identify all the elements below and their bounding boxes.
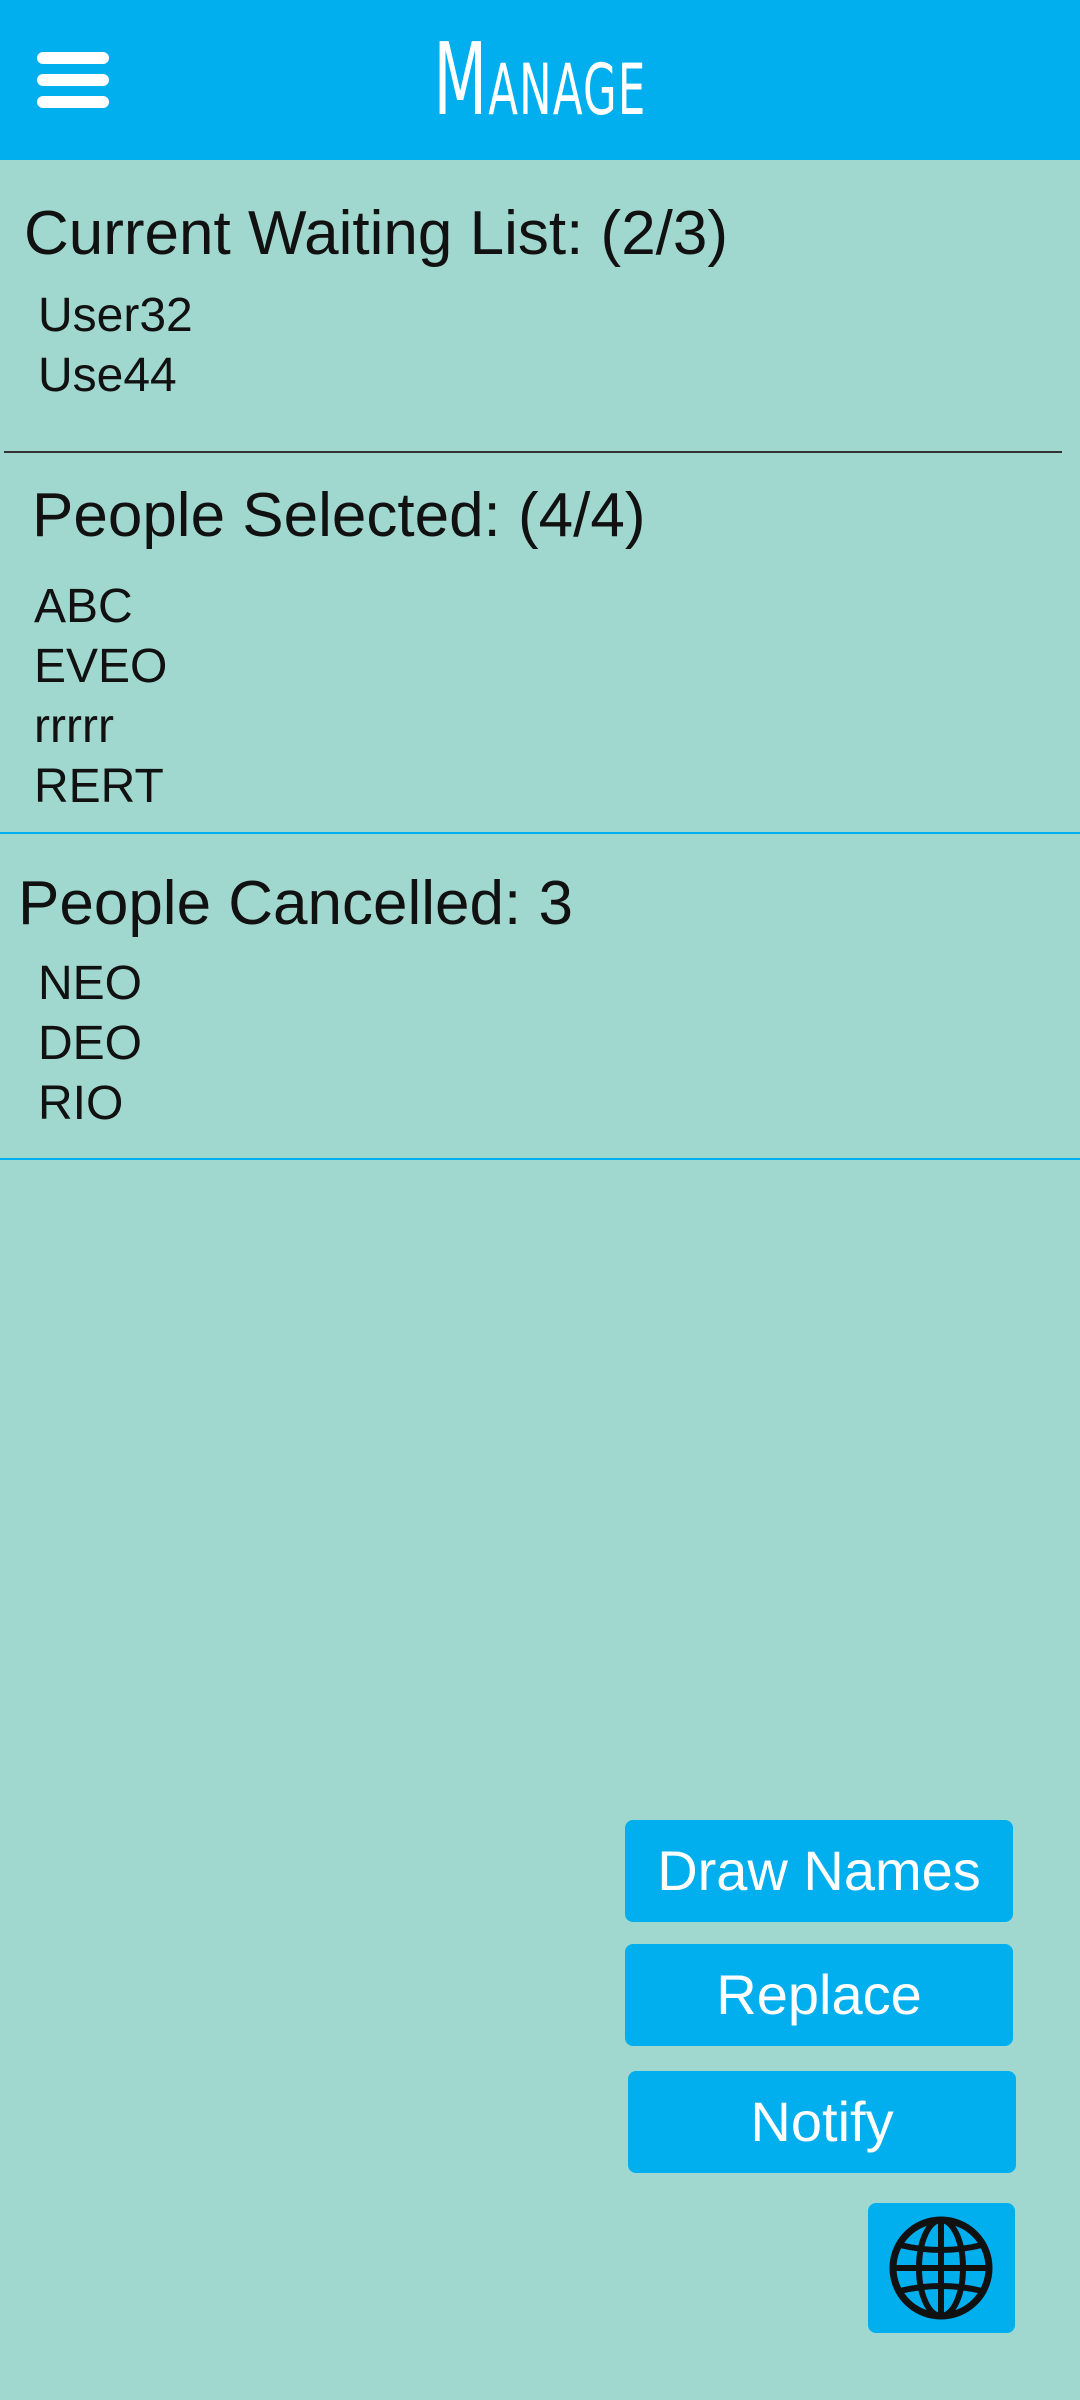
list-item: ABC [34, 580, 133, 633]
notify-button[interactable]: Notify [628, 2071, 1016, 2173]
draw-names-button[interactable]: Draw Names [625, 1820, 1013, 1922]
page-title: Manage [433, 21, 647, 138]
list-item: Use44 [38, 349, 177, 402]
hamburger-menu-icon[interactable] [30, 40, 118, 120]
waiting-list-heading: Current Waiting List: (2/3) [24, 199, 729, 268]
manage-screen: Manage Current Waiting List: (2/3) User3… [0, 0, 1080, 2400]
selected-list: ABC EVEO rrrrr RERT [34, 577, 167, 817]
globe-button[interactable] [868, 2203, 1015, 2333]
app-bar: Manage [0, 0, 1080, 160]
section-divider [0, 1158, 1080, 1160]
list-item: EVEO [34, 640, 168, 693]
list-item: RERT [34, 760, 164, 813]
cancelled-list: NEO DEO RIO [38, 954, 142, 1134]
globe-icon [889, 2216, 993, 2320]
list-item: rrrrr [34, 700, 114, 753]
waiting-list: User32 Use44 [38, 286, 193, 406]
list-item: User32 [38, 289, 193, 342]
list-item: NEO [38, 957, 143, 1010]
section-divider [4, 451, 1062, 453]
list-item: RIO [38, 1077, 124, 1130]
list-item: DEO [38, 1017, 143, 1070]
selected-heading: People Selected: (4/4) [32, 481, 646, 550]
cancelled-heading: People Cancelled: 3 [18, 869, 573, 938]
replace-button[interactable]: Replace [625, 1944, 1013, 2046]
section-divider [0, 832, 1080, 834]
